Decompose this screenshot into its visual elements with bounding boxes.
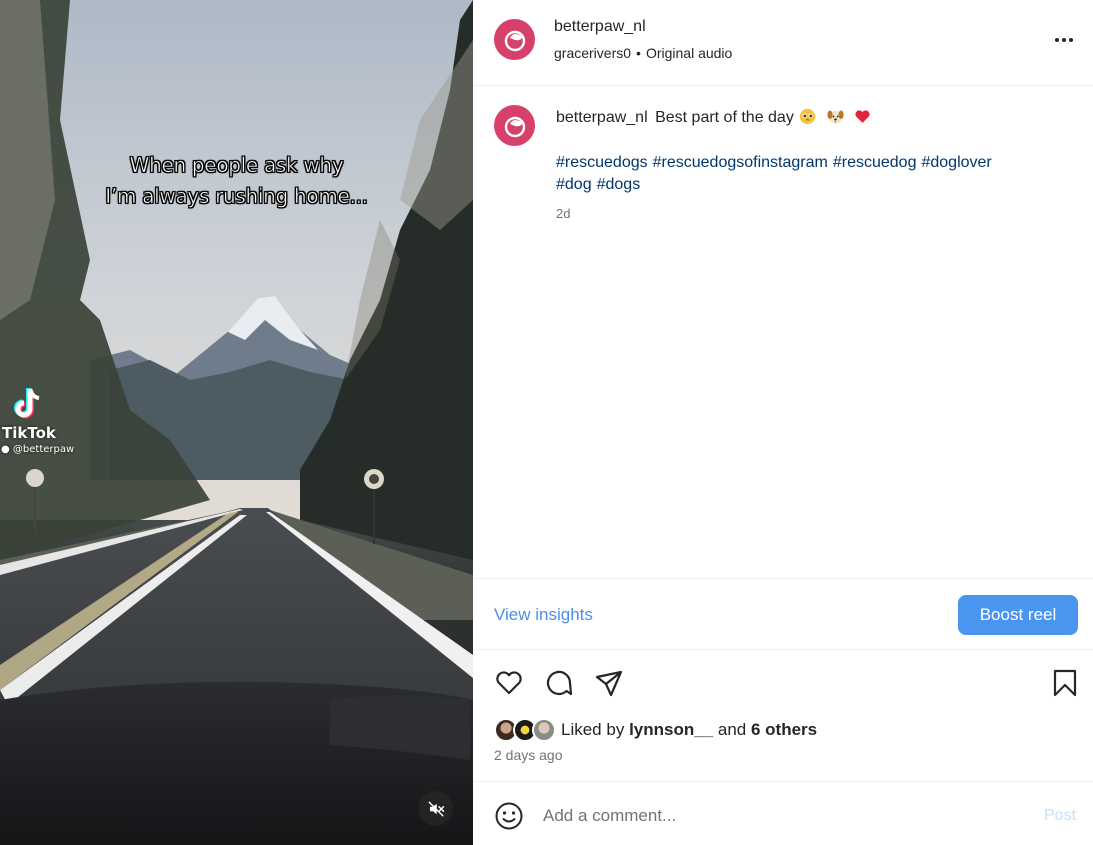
send-icon[interactable] [593, 667, 625, 699]
separator-dot: • [636, 45, 641, 61]
audio-label[interactable]: Original audio [646, 45, 732, 61]
speaker-muted-icon [428, 801, 444, 816]
avatar[interactable] [494, 19, 535, 60]
tiktok-handle: ● @betterpaw [1, 444, 74, 455]
video-caption-line-1: When people ask why [129, 153, 344, 178]
pleading-face-emoji-icon [800, 108, 816, 125]
mute-toggle-button[interactable] [418, 791, 453, 826]
heart-icon[interactable] [493, 667, 525, 699]
tiktok-handle-text: @betterpaw [12, 444, 75, 455]
comment-input[interactable] [543, 804, 1013, 828]
insights-bar: View insights Boost reel [473, 578, 1093, 650]
likes-others-link[interactable]: 6 others [751, 720, 817, 739]
post-header: betterpaw_nl gracerivers0 • Original audio [473, 0, 1093, 86]
audio-info: gracerivers0 • Original audio [554, 45, 732, 61]
tiktok-logo-icon [14, 388, 40, 419]
hashtag-link[interactable]: #rescuedogs [556, 154, 648, 171]
liker-username[interactable]: lynnson__ [629, 720, 713, 739]
video-caption: When people ask why I’m always rushing h… [0, 150, 473, 212]
reel-video[interactable]: When people ask why I’m always rushing h… [0, 0, 473, 845]
liked-by-prefix: Liked by [561, 720, 625, 739]
tiktok-brand-text: TikTok [2, 424, 56, 442]
hashtag-link[interactable]: #rescuedog [833, 154, 917, 171]
dog-face-emoji-icon [827, 110, 844, 124]
view-insights-link[interactable]: View insights [494, 605, 593, 625]
caption-line: betterpaw_nl Best part of the day [556, 108, 871, 127]
avatar[interactable] [532, 718, 556, 742]
hashtag-link[interactable]: #dogs [597, 176, 641, 193]
more-horizontal-icon[interactable] [1052, 30, 1076, 50]
comment-bar: Post [473, 781, 1093, 845]
video-caption-line-2: I’m always rushing home... [105, 184, 368, 209]
liker-avatars [494, 717, 556, 743]
post-timestamp[interactable]: 2d [556, 206, 570, 221]
comment-icon[interactable] [543, 667, 575, 699]
hashtag-link[interactable]: #doglover [921, 154, 991, 171]
bookmark-icon[interactable] [1049, 667, 1081, 699]
betterpaw-logo-icon [504, 116, 525, 137]
post-comment-button[interactable]: Post [1044, 807, 1076, 825]
person-icon: ● [1, 444, 10, 455]
header-username[interactable]: betterpaw_nl [554, 18, 646, 36]
liked-by-and: and [717, 720, 747, 739]
smiley-icon[interactable] [494, 801, 524, 831]
hashtag-link[interactable]: #dog [556, 176, 592, 193]
likes-summary: Liked by lynnson__ and 6 others [494, 717, 817, 743]
likes-timestamp[interactable]: 2 days ago [494, 747, 563, 763]
post-detail-panel: betterpaw_nl gracerivers0 • Original audio… [473, 0, 1093, 845]
video-frame-scene [0, 0, 473, 845]
action-bar [473, 664, 1093, 704]
betterpaw-logo-icon [504, 30, 525, 51]
caption-text: Best part of the day [655, 109, 794, 126]
avatar[interactable] [494, 105, 535, 146]
audio-author[interactable]: gracerivers0 [554, 45, 631, 61]
boost-reel-button[interactable]: Boost reel [958, 595, 1078, 635]
hashtag-list: #rescuedogs #rescuedogsofinstagram #rescue… [556, 152, 1056, 196]
caption-username[interactable]: betterpaw_nl [556, 109, 648, 126]
hashtag-link[interactable]: #rescuedogsofinstagram [653, 154, 828, 171]
red-heart-emoji-icon [855, 110, 870, 123]
liked-by-text: Liked by lynnson__ and 6 others [561, 720, 817, 740]
